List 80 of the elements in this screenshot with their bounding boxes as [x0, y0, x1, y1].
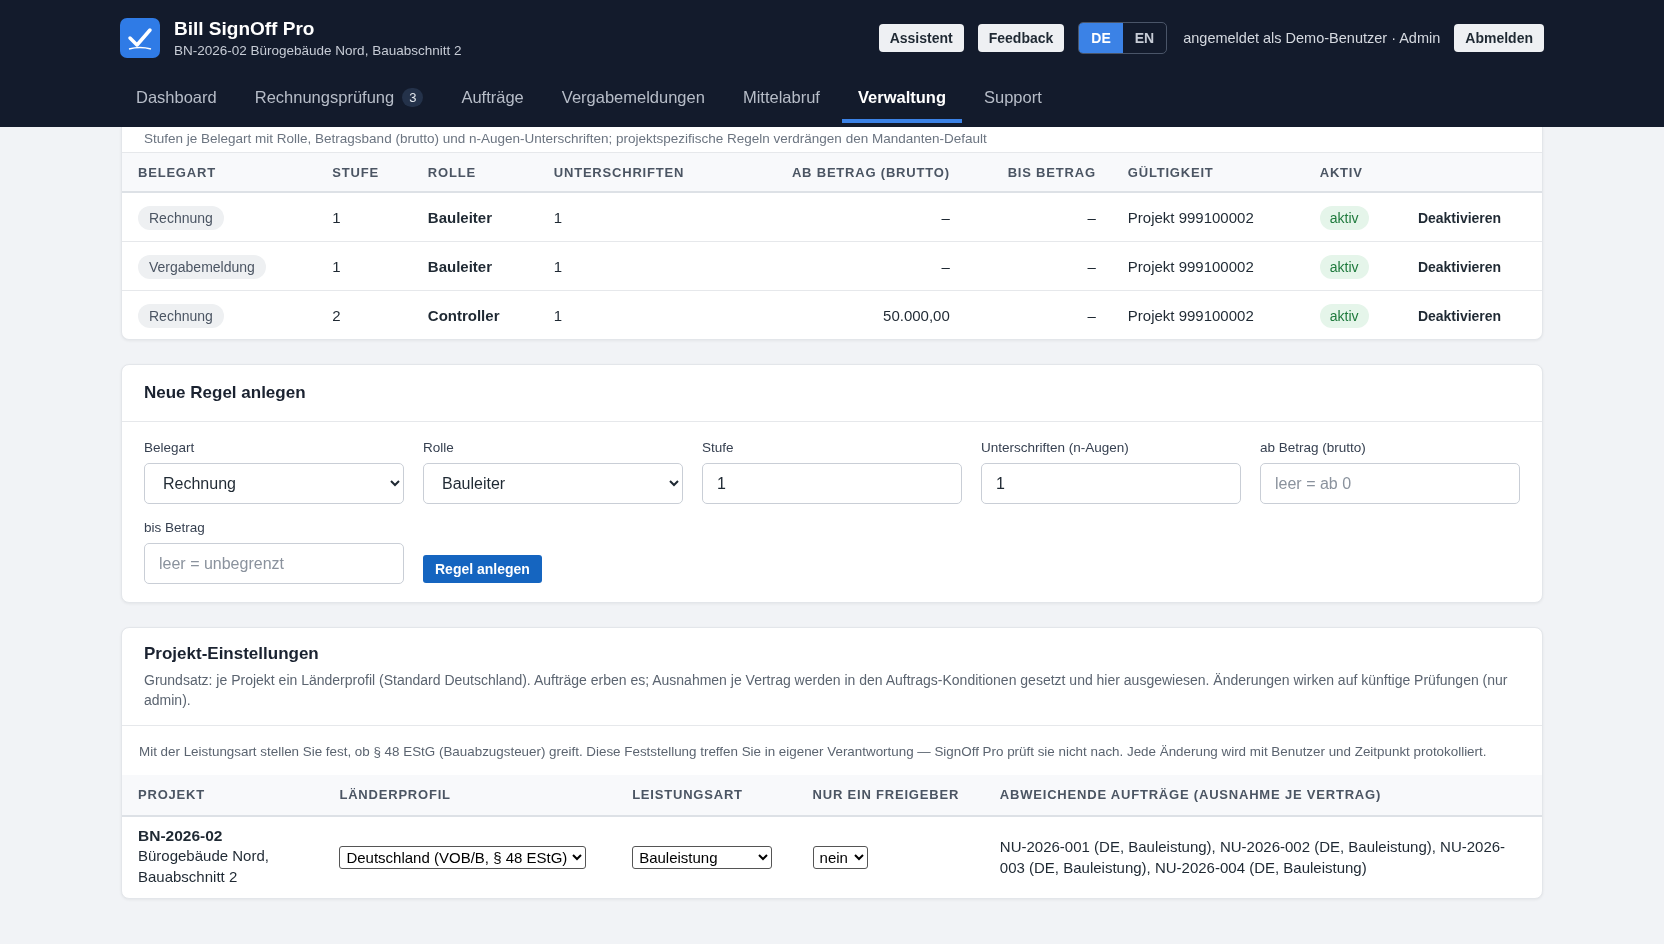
column-header: GÜLTIGKEIT [1111, 153, 1304, 192]
column-header: PROJEKT [122, 774, 324, 816]
input-field[interactable]: 1 [981, 463, 1241, 504]
field-label: Belegart [144, 440, 196, 455]
column-header: NUR EIN FREIGEBER [796, 774, 984, 816]
column-header: ABWEICHENDE AUFTRÄGE (AUSNAHME JE VERTRAG) [983, 774, 1542, 816]
status-pill: aktiv [1319, 303, 1369, 328]
logout-button[interactable]: Abmelden [1454, 24, 1544, 52]
table-cell: – [965, 290, 1112, 339]
nav-tab[interactable]: Aufträge [445, 82, 540, 123]
user-info: angemeldet als Demo-Benutzer · Admin [1183, 30, 1441, 46]
input-field[interactable]: leer = ab 0 [1260, 463, 1520, 504]
document-type-tag: Vergabemeldung [138, 254, 266, 279]
table-cell: – [965, 241, 1112, 291]
table-cell: 1 [316, 192, 412, 242]
language-button[interactable]: DE [1079, 23, 1123, 53]
input-field[interactable]: 1 [702, 463, 962, 504]
document-type-tag: Rechnung [138, 205, 224, 230]
deactivate-button[interactable]: Deaktivieren [1417, 258, 1502, 275]
table-cell: – [965, 192, 1112, 242]
create-rule-button[interactable]: Regel anlegen [423, 555, 542, 583]
header-button[interactable]: Feedback [977, 24, 1065, 52]
table-cell: 2 [316, 290, 412, 339]
document-type-tag: Rechnung [138, 303, 224, 328]
field-label: Unterschriften (n-Augen) [981, 440, 1130, 455]
deactivate-button[interactable]: Deaktivieren [1417, 307, 1502, 324]
table-cell: Controller [411, 290, 538, 339]
status-pill: aktiv [1319, 254, 1369, 279]
table-cell: 1 [537, 192, 736, 242]
table-cell: – [735, 192, 966, 242]
table-cell: 1 [537, 290, 736, 339]
deactivate-button[interactable]: Deaktivieren [1417, 209, 1502, 226]
column-header: ROLLE [411, 153, 538, 192]
table-cell: Projekt 999100002 [1111, 241, 1304, 291]
field-label: Stufe [702, 440, 735, 455]
nav-tab[interactable]: Vergabemeldungen [545, 82, 721, 123]
column-header: BIS BETRAG [965, 153, 1112, 192]
field-label: ab Betrag (brutto) [1260, 440, 1367, 455]
nav-tab[interactable]: Verwaltung [841, 82, 962, 123]
table-cell: Bauleiter [411, 241, 538, 291]
header-button[interactable]: Assistent [878, 24, 964, 52]
table-cell: 1 [316, 241, 412, 291]
section-title: Projekt-Einstellungen [144, 644, 320, 664]
field-label: bis Betrag [144, 520, 206, 535]
table-cell: Projekt 999100002 [1111, 290, 1304, 339]
table-cell: Bauleiter [411, 192, 538, 242]
select-field[interactable]: Rechnung [144, 463, 404, 504]
table-cell: 50.000,00 [735, 290, 966, 339]
table-cell: NU-2026-001 (DE, Bauleistung), NU-2026-002 (DE, Bauleistung), NU-2026-003 (DE, Bauleistung), NU-2026-004 (DE, Bauleistung) [983, 815, 1542, 899]
select-field[interactable]: Bauleiter [423, 463, 683, 504]
nav-tab[interactable]: Rechnungsprüfung 3 [238, 82, 440, 123]
legal-note: Mit der Leistungsart stellen Sie fest, ob § 48 EStG (Bauabzugsteuer) greift. Diese Feststellung treffen Sie in eigener Verantwortung — SignOff Pro prüft sie nicht nach. Jede Änderung wird mit Benutzer und Zeitpunkt protokolliert. [138, 742, 1488, 761]
single-approver-select[interactable]: nein [812, 845, 868, 869]
language-button[interactable]: EN [1122, 23, 1167, 53]
project-name: Bürogebäude Nord, Bauabschnitt 2 [138, 845, 270, 888]
nav-tab[interactable]: Mittelabruf [726, 82, 836, 123]
table-cell: Projekt 999100002 [1111, 192, 1304, 242]
section-description: Grundsatz: je Projekt ein Länderprofil (Standard Deutschland). Aufträge erben es; Ausnahmen je Vertrag werden in den Auftrags-Konditionen gesetzt und hier ausgewiesen. Änderungen wirken auf künftige Prüfungen (nur admin). [144, 671, 1509, 711]
nav-tab[interactable]: Dashboard [120, 82, 233, 123]
input-field[interactable]: leer = unbegrenzt [144, 543, 404, 584]
column-header: BELEGART [122, 153, 317, 192]
status-pill: aktiv [1319, 205, 1369, 230]
field-label: Rolle [423, 440, 455, 455]
column-header: LÄNDERPROFIL [323, 774, 617, 816]
column-header: LEISTUNGSART [616, 774, 797, 816]
column-header: UNTERSCHRIFTEN [537, 153, 736, 192]
service-type-select[interactable]: Bauleistung [632, 845, 773, 869]
column-header: AKTIV [1303, 153, 1402, 192]
logo-check-icon [120, 18, 160, 58]
nav-tab[interactable]: Support [967, 82, 1058, 123]
count-badge: 3 [402, 88, 424, 107]
country-profile-select[interactable]: Deutschland (VOB/B, § 48 EStG) [339, 845, 587, 869]
column-header: AB BETRAG (BRUTTO) [735, 153, 966, 192]
section-title: Neue Regel anlegen [144, 383, 307, 403]
table-cell: – [735, 241, 966, 291]
table-cell: 1 [537, 241, 736, 291]
column-header: STUFE [316, 153, 412, 192]
project-id: BN-2026-02 [138, 826, 224, 845]
app-title: Bill SignOff Pro [174, 18, 316, 40]
project-subtitle: BN-2026-02 Bürogebäude Nord, Bauabschnitt 2 [174, 43, 462, 58]
